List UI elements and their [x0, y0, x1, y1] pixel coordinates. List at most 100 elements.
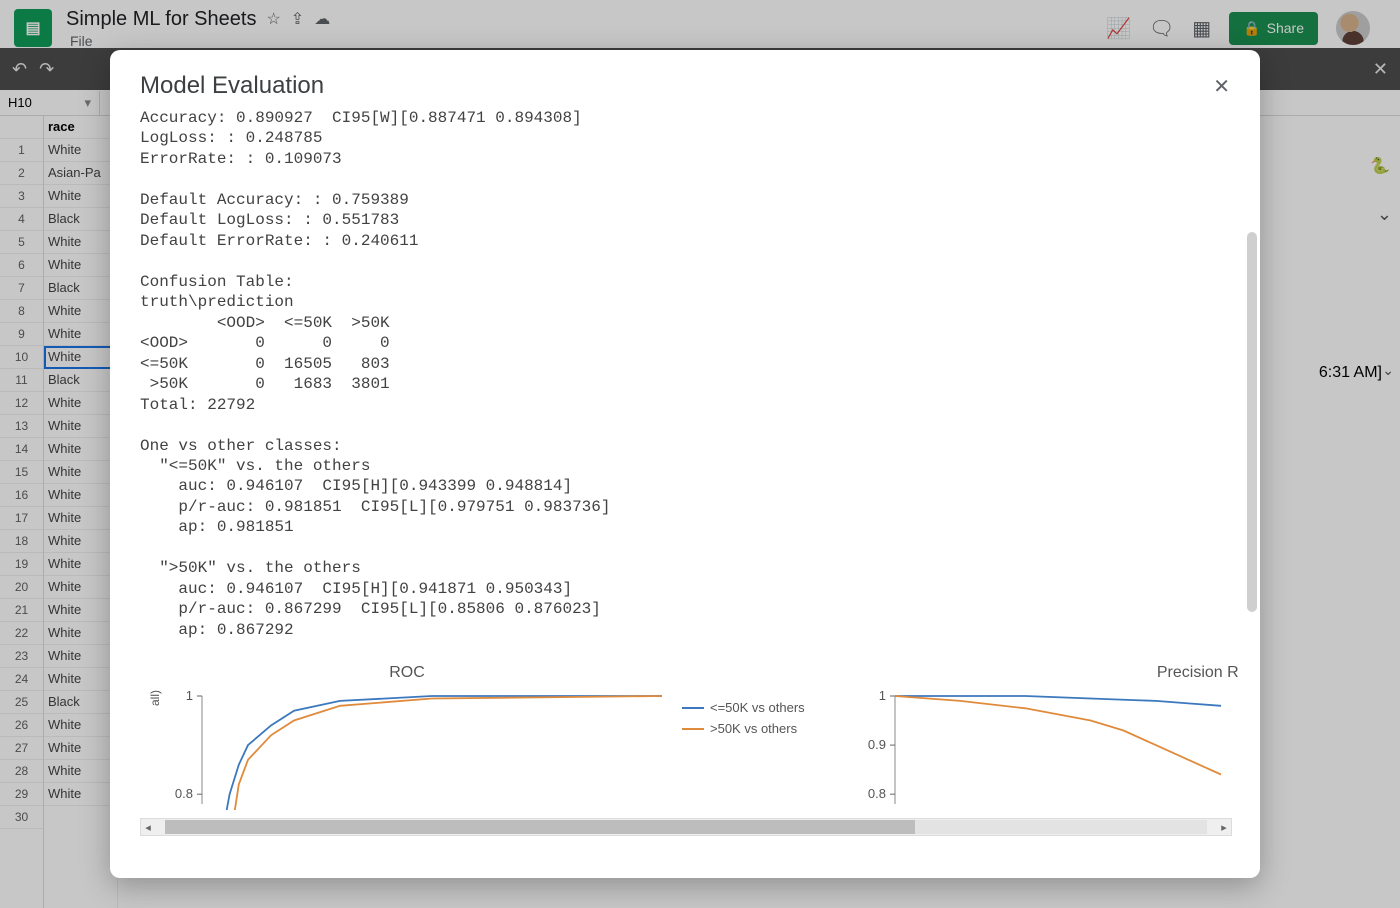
side-time-drop-icon[interactable]: ⌄ [1382, 362, 1394, 379]
cell[interactable]: Black [44, 208, 117, 231]
cell[interactable]: White [44, 438, 117, 461]
row-header[interactable]: 25 [0, 691, 43, 714]
hscroll-right-arrow-icon[interactable]: ▸ [1217, 821, 1231, 834]
row-header[interactable]: 29 [0, 783, 43, 806]
account-avatar[interactable] [1336, 11, 1370, 45]
comment-icon[interactable]: 🗨 [1149, 16, 1174, 41]
row-header[interactable]: 2 [0, 162, 43, 185]
trend-icon[interactable]: 📈 [1106, 16, 1131, 41]
legend-line-le50k-icon [682, 707, 704, 709]
row-header[interactable]: 22 [0, 622, 43, 645]
row-header[interactable]: 26 [0, 714, 43, 737]
close-icon[interactable]: ✕ [1213, 74, 1230, 99]
cell[interactable]: White [44, 415, 117, 438]
cell[interactable]: White [44, 507, 117, 530]
row-header[interactable]: 18 [0, 530, 43, 553]
vertical-scrollbar-thumb[interactable] [1247, 232, 1257, 612]
name-box[interactable]: H10 ▾ [0, 91, 100, 115]
hscroll-track[interactable] [165, 820, 1207, 834]
horizontal-scrollbar[interactable]: ◂ ▸ [140, 818, 1232, 836]
model-evaluation-dialog: Model Evaluation ✕ Accuracy: 0.890927 CI… [110, 50, 1260, 878]
row-header[interactable]: 10 [0, 346, 43, 369]
pr-chart-block: Precision R 0.80.91 [865, 664, 1225, 810]
row-header[interactable]: 27 [0, 737, 43, 760]
side-timestamp: 6:31 AM] [1319, 364, 1382, 382]
cell[interactable]: White [44, 323, 117, 346]
row-header[interactable]: 19 [0, 553, 43, 576]
cell[interactable]: White [44, 231, 117, 254]
row-header[interactable]: 16 [0, 484, 43, 507]
row-header[interactable]: 17 [0, 507, 43, 530]
cell[interactable]: Black [44, 369, 117, 392]
star-icon[interactable]: ☆ [266, 9, 280, 29]
cell[interactable]: White [44, 553, 117, 576]
row-header[interactable]: 28 [0, 760, 43, 783]
toolbar-close-icon[interactable]: ✕ [1373, 59, 1388, 80]
snake-icon: 🐍 [1370, 156, 1390, 176]
row-header[interactable]: 23 [0, 645, 43, 668]
evaluation-text: Accuracy: 0.890927 CI95[W][0.887471 0.89… [140, 108, 1232, 640]
row-header[interactable]: 15 [0, 461, 43, 484]
row-header[interactable]: 14 [0, 438, 43, 461]
cell[interactable]: Asian-Pa [44, 162, 117, 185]
cell-header[interactable]: race [44, 116, 117, 139]
cell[interactable]: Black [44, 277, 117, 300]
row-header[interactable]: 7 [0, 277, 43, 300]
cell[interactable]: White [44, 576, 117, 599]
row-header[interactable]: 5 [0, 231, 43, 254]
cell[interactable]: White [44, 530, 117, 553]
cell[interactable]: White [44, 346, 117, 369]
menu-file[interactable]: File [70, 33, 93, 49]
svg-text:0.8: 0.8 [868, 786, 886, 801]
row-header[interactable]: 12 [0, 392, 43, 415]
legend-le50k-label: <=50K vs others [710, 700, 805, 715]
cell[interactable]: White [44, 622, 117, 645]
row-header[interactable]: 8 [0, 300, 43, 323]
svg-text:0.8: 0.8 [175, 786, 193, 801]
svg-text:1: 1 [186, 690, 193, 703]
row-header[interactable]: 1 [0, 139, 43, 162]
lock-icon: 🔒 [1243, 20, 1260, 37]
cloud-icon[interactable]: ☁ [314, 9, 330, 29]
row-header[interactable]: 9 [0, 323, 43, 346]
row-header[interactable]: 11 [0, 369, 43, 392]
cell[interactable]: White [44, 139, 117, 162]
hscroll-thumb[interactable] [165, 820, 915, 834]
undo-icon[interactable]: ↶ [12, 59, 27, 80]
title-bar: ▤ Simple ML for Sheets ☆ ⇪ ☁ File 📈 🗨 ▦ … [0, 0, 1400, 48]
cell[interactable]: White [44, 714, 117, 737]
row-header[interactable]: 30 [0, 806, 43, 829]
cell[interactable]: White [44, 599, 117, 622]
row-header[interactable]: 3 [0, 185, 43, 208]
dialog-body[interactable]: Accuracy: 0.890927 CI95[W][0.887471 0.89… [110, 108, 1260, 878]
row-header[interactable]: 6 [0, 254, 43, 277]
cell[interactable]: White [44, 645, 117, 668]
document-title[interactable]: Simple ML for Sheets [66, 8, 256, 31]
cell[interactable]: Black [44, 691, 117, 714]
cell[interactable]: White [44, 254, 117, 277]
cell[interactable]: White [44, 392, 117, 415]
cell[interactable]: White [44, 783, 117, 806]
name-box-drop-icon: ▾ [84, 95, 91, 111]
side-dropdown-icon[interactable]: ⌄ [1377, 204, 1392, 225]
roc-y-axis-label: all) [148, 690, 162, 706]
row-header[interactable]: 4 [0, 208, 43, 231]
cell[interactable]: White [44, 737, 117, 760]
redo-icon[interactable]: ↷ [39, 59, 54, 80]
cell[interactable]: White [44, 185, 117, 208]
cell[interactable]: White [44, 484, 117, 507]
cell[interactable]: White [44, 760, 117, 783]
present-icon[interactable]: ▦ [1192, 16, 1211, 41]
share-button[interactable]: 🔒 Share [1229, 12, 1318, 45]
row-header[interactable]: 21 [0, 599, 43, 622]
cell[interactable]: White [44, 461, 117, 484]
hscroll-left-arrow-icon[interactable]: ◂ [141, 821, 155, 834]
row-header[interactable]: 20 [0, 576, 43, 599]
cell[interactable]: White [44, 668, 117, 691]
column-a: race WhiteAsian-PaWhiteBlackWhiteWhiteBl… [44, 116, 118, 908]
move-icon[interactable]: ⇪ [291, 9, 304, 29]
roc-chart: 0.81 [166, 690, 666, 810]
row-header[interactable]: 13 [0, 415, 43, 438]
cell[interactable]: White [44, 300, 117, 323]
row-header[interactable]: 24 [0, 668, 43, 691]
